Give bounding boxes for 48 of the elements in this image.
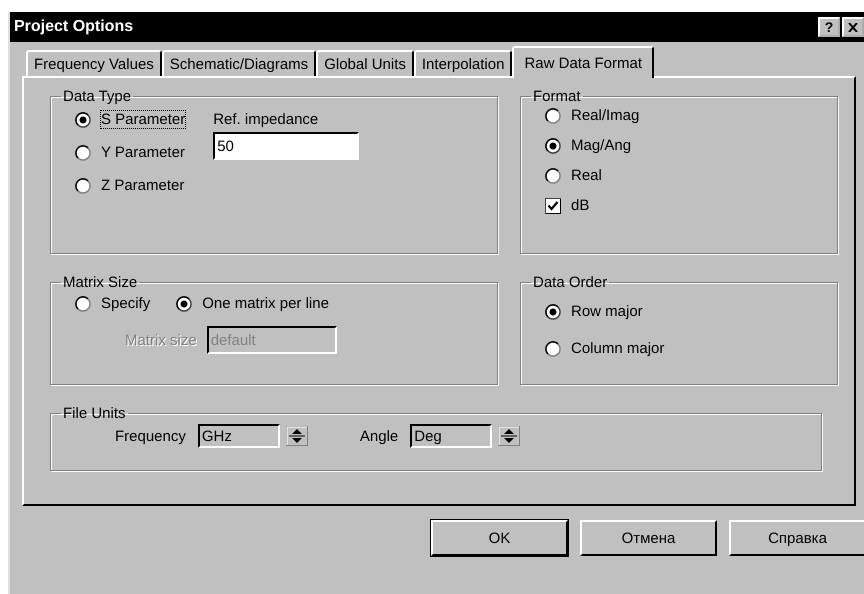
radio-option[interactable]: Specify	[75, 295, 150, 312]
group-label: Format	[532, 88, 582, 105]
tab[interactable]: Frequency Values	[26, 50, 162, 76]
radio-icon[interactable]	[545, 138, 561, 154]
tab[interactable]: Schematic/Diagrams	[162, 50, 316, 76]
radio-icon[interactable]	[75, 178, 91, 194]
dialog-button[interactable]: Справка	[729, 520, 864, 556]
radio-icon[interactable]	[545, 168, 561, 184]
close-icon	[848, 22, 858, 32]
spinner-icon[interactable]	[498, 426, 520, 446]
radio-icon[interactable]	[176, 296, 192, 312]
tab[interactable]: Global Units	[316, 50, 414, 76]
field-label: Angle	[360, 428, 398, 444]
radio-icon[interactable]	[545, 304, 561, 320]
field-label: Frequency	[115, 428, 186, 444]
tab[interactable]: Raw Data Format	[512, 46, 654, 78]
radio-icon[interactable]	[545, 340, 561, 356]
group-label: File Units	[62, 405, 127, 422]
unit-field[interactable]: Deg	[410, 424, 492, 448]
help-button[interactable]: ?	[818, 17, 840, 37]
radio-option[interactable]: Z Parameter	[75, 177, 186, 194]
spinner-icon[interactable]	[286, 426, 308, 446]
unit-field[interactable]: GHz	[198, 424, 280, 448]
checkbox-option[interactable]: dB	[545, 197, 827, 214]
radio-option[interactable]: Y Parameter	[75, 144, 186, 161]
field-label: Ref. impedance	[213, 111, 320, 128]
dialog-button[interactable]: OK	[431, 520, 568, 556]
impedance-field[interactable]: 50	[213, 132, 360, 160]
radio-option[interactable]: Mag/Ang	[545, 137, 827, 154]
close-button[interactable]	[842, 17, 864, 37]
radio-option[interactable]: Row major	[545, 303, 827, 320]
field-label: Matrix size	[125, 332, 197, 348]
radio-icon[interactable]	[75, 112, 91, 128]
radio-icon[interactable]	[545, 108, 561, 124]
radio-option[interactable]: Column major	[545, 340, 827, 357]
checkbox[interactable]	[545, 198, 561, 214]
group-label: Data Type	[62, 88, 132, 105]
radio-option[interactable]: One matrix per line	[176, 295, 329, 312]
tab[interactable]: Interpolation	[414, 50, 512, 76]
radio-icon[interactable]	[75, 296, 91, 312]
group-label: Matrix Size	[62, 274, 138, 291]
group-label: Data Order	[532, 274, 608, 291]
radio-option[interactable]: Real	[545, 167, 827, 184]
radio-option[interactable]: Real/Imag	[545, 107, 827, 124]
dialog-button[interactable]: Отмена	[580, 520, 717, 556]
window-title: Project Options	[14, 18, 134, 36]
radio-icon[interactable]	[75, 144, 91, 160]
radio-option[interactable]: S Parameter	[75, 111, 186, 128]
